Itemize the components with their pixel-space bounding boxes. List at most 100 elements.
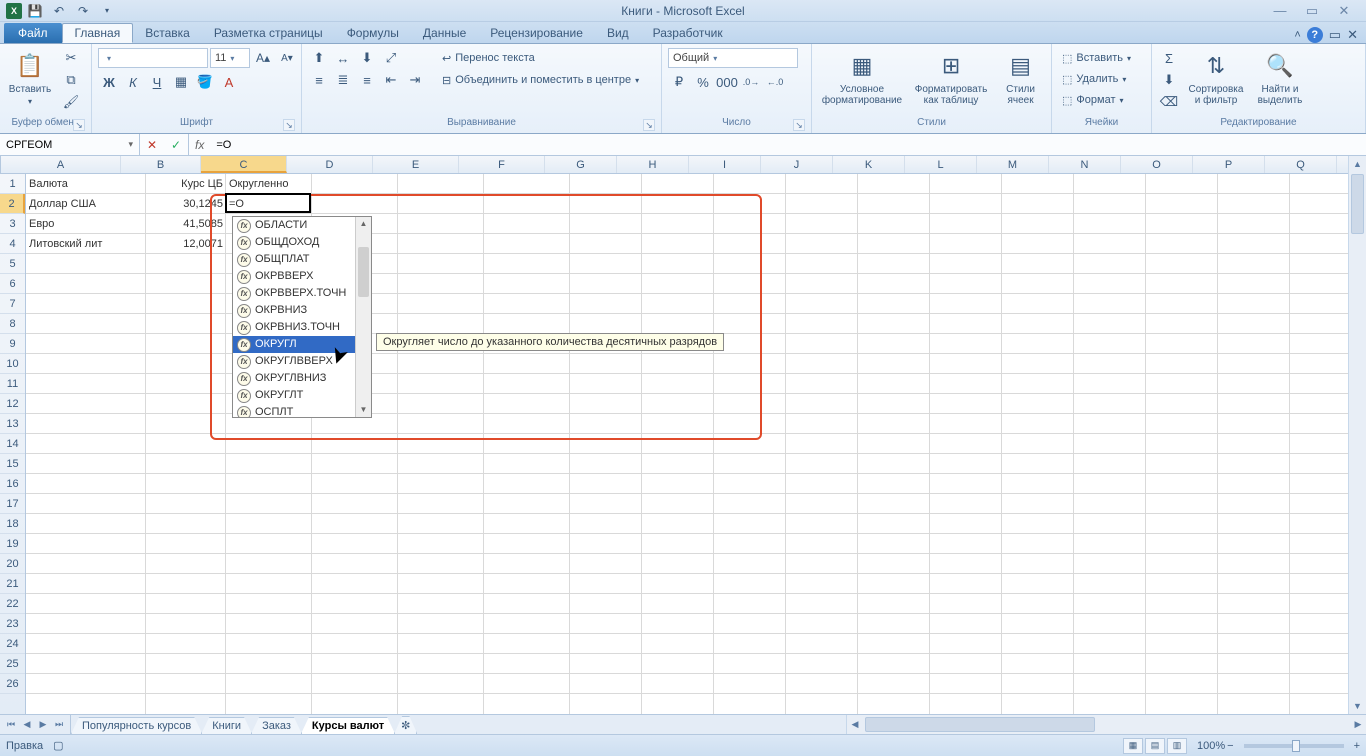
window-restore-workbook-icon[interactable]: ▭ [1329,27,1341,43]
row-header[interactable]: 22 [0,594,25,614]
row-header[interactable]: 26 [0,674,25,694]
page-layout-view-icon[interactable]: ▤ [1145,738,1165,754]
cell[interactable]: Округленно [226,174,312,194]
cell[interactable]: Валюта [26,174,146,194]
column-header[interactable]: F [459,156,545,173]
align-top-icon[interactable]: ⬆ [308,48,330,68]
fill-color-icon[interactable]: 🪣 [194,72,216,92]
font-size-combo[interactable]: 11▾ [210,48,250,68]
align-center-icon[interactable]: ≣ [332,70,354,90]
autocomplete-item[interactable]: fxОКРВНИЗ.ТОЧН [233,319,355,336]
popup-scrollbar[interactable]: ▲▼ [355,217,371,417]
delete-cells-button[interactable]: ⬚Удалить▾ [1058,69,1130,89]
scroll-left-icon[interactable]: ◀ [847,715,863,734]
help-icon[interactable]: ? [1307,27,1323,43]
increase-decimal-icon[interactable]: .0→ [740,72,762,92]
border-icon[interactable]: ▦ [170,72,192,92]
row-header[interactable]: 1 [0,174,25,194]
autocomplete-item[interactable]: fxОКРУГЛВНИЗ [233,370,355,387]
scrollbar-thumb[interactable] [865,717,1095,732]
ribbon-tab[interactable]: Вид [595,23,641,43]
sheet-nav-prev-icon[interactable]: ◀ [20,719,34,730]
row-header[interactable]: 6 [0,274,25,294]
format-cells-button[interactable]: ⬚Формат▾ [1058,90,1128,110]
cell[interactable]: Литовский лит [26,234,146,254]
wrap-text-button[interactable]: ↩Перенос текста [438,48,643,68]
row-header[interactable]: 16 [0,474,25,494]
chevron-down-icon[interactable]: ▾ [122,139,139,150]
dialog-launcher-icon[interactable]: ↘ [643,119,655,131]
autosum-icon[interactable]: Σ [1158,48,1180,68]
row-header[interactable]: 11 [0,374,25,394]
column-header[interactable]: I [689,156,761,173]
row-header[interactable]: 13 [0,414,25,434]
macro-record-icon[interactable]: ▢ [53,739,63,752]
number-format-combo[interactable]: Общий▾ [668,48,798,68]
dialog-launcher-icon[interactable]: ↘ [73,119,85,131]
close-icon[interactable]: ✕ [1332,3,1356,19]
column-header[interactable]: Q [1265,156,1337,173]
dialog-launcher-icon[interactable]: ↘ [283,119,295,131]
scroll-up-icon[interactable]: ▲ [1349,156,1366,172]
row-header[interactable]: 14 [0,434,25,454]
copy-icon[interactable]: ⧉ [60,70,82,90]
name-box[interactable]: ▾ [0,134,140,155]
minimize-ribbon-icon[interactable]: ˄ [1294,29,1300,41]
row-header[interactable]: 5 [0,254,25,274]
cancel-icon[interactable]: ✕ [140,138,164,152]
autocomplete-item[interactable]: fxОКРУГЛВВЕРХ [233,353,355,370]
scrollbar-thumb[interactable] [1351,174,1364,234]
ribbon-tab[interactable]: Разметка страницы [202,23,335,43]
row-header[interactable]: 8 [0,314,25,334]
paste-button[interactable]: 📋 Вставить ▾ [6,48,54,106]
redo-icon[interactable]: ↷ [72,1,94,21]
autocomplete-item[interactable]: fxОБЩПЛАТ [233,251,355,268]
qat-customize-icon[interactable]: ▾ [96,1,118,21]
orientation-icon[interactable]: ⤢ [380,48,402,68]
row-header[interactable]: 3 [0,214,25,234]
cell[interactable]: Доллар США [26,194,146,214]
window-close-workbook-icon[interactable]: ✕ [1347,27,1358,43]
column-header[interactable]: H [617,156,689,173]
column-header[interactable]: A [1,156,121,173]
column-header[interactable]: D [287,156,373,173]
cell[interactable]: 12,0071 [146,234,226,254]
name-box-input[interactable] [0,139,122,151]
horizontal-scrollbar[interactable]: ◀ ▶ [846,715,1366,734]
shrink-font-icon[interactable]: A▾ [276,48,298,68]
merge-center-button[interactable]: ⊟Объединить и поместить в центре▾ [438,70,643,90]
bold-button[interactable]: Ж [98,72,120,92]
normal-view-icon[interactable]: ▦ [1123,738,1143,754]
row-header[interactable]: 21 [0,574,25,594]
dialog-launcher-icon[interactable]: ↘ [793,119,805,131]
zoom-slider[interactable] [1244,744,1344,748]
underline-button[interactable]: Ч [146,72,168,92]
formula-autocomplete-popup[interactable]: fxОБЛАСТИfxОБЩДОХОДfxОБЩПЛАТfxОКРВВЕРХfx… [232,216,372,418]
sheet-tab[interactable]: Книги [201,717,252,734]
autocomplete-item[interactable]: fxОКРУГЛ [233,336,355,353]
decrease-decimal-icon[interactable]: ←.0 [764,72,786,92]
column-header[interactable]: J [761,156,833,173]
scroll-right-icon[interactable]: ▶ [1350,715,1366,734]
italic-button[interactable]: К [122,72,144,92]
font-name-combo[interactable]: ▾ [98,48,208,68]
page-break-view-icon[interactable]: ▥ [1167,738,1187,754]
scroll-down-icon[interactable]: ▼ [1349,698,1366,714]
cell[interactable]: 30,1245 [146,194,226,214]
conditional-formatting-button[interactable]: ▦ Условное форматирование [818,48,906,106]
row-header[interactable]: 17 [0,494,25,514]
undo-icon[interactable]: ↶ [48,1,70,21]
zoom-in-icon[interactable]: + [1354,740,1360,752]
column-header[interactable]: C [201,156,287,173]
cells-area[interactable]: ВалютаКурс ЦБОкругленноДоллар США30,1245… [26,174,1348,714]
comma-icon[interactable]: 000 [716,72,738,92]
cell-styles-button[interactable]: ▤ Стили ячеек [996,48,1045,106]
column-header[interactable]: G [545,156,617,173]
font-color-icon[interactable]: A [218,72,240,92]
sheet-nav-last-icon[interactable]: ⏭ [52,719,66,730]
row-header[interactable]: 2 [0,194,25,214]
sheet-tab[interactable]: Популярность курсов [71,717,202,734]
sheet-tab[interactable]: Курсы валют [301,717,395,734]
row-header[interactable]: 19 [0,534,25,554]
column-header[interactable]: E [373,156,459,173]
